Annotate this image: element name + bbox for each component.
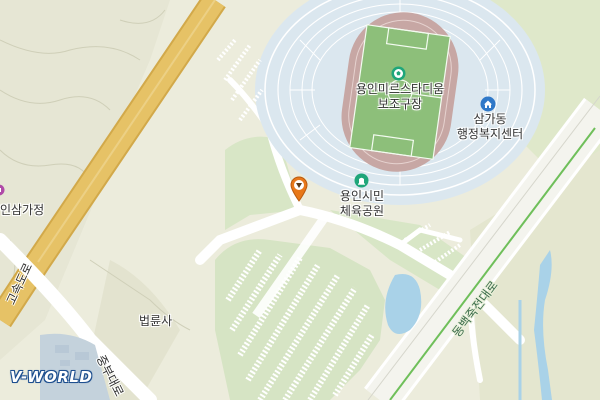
vworld-logo: V-WORLD bbox=[10, 368, 93, 386]
map-view[interactable]: 용인미르스타디움 보조구장 삼가동 행정복지센터 용인시민 체육공원 인삼가정 … bbox=[0, 0, 600, 400]
park-label: 용인시민 체육공원 bbox=[339, 189, 385, 218]
stadium-sub-label: 용인미르스타디움 보조구장 bbox=[355, 82, 445, 111]
left-place-label: 인삼가정 bbox=[0, 203, 45, 217]
office-label: 삼가동 행정복지센터 bbox=[456, 112, 524, 141]
temple-label: 법륜사 bbox=[139, 314, 173, 328]
